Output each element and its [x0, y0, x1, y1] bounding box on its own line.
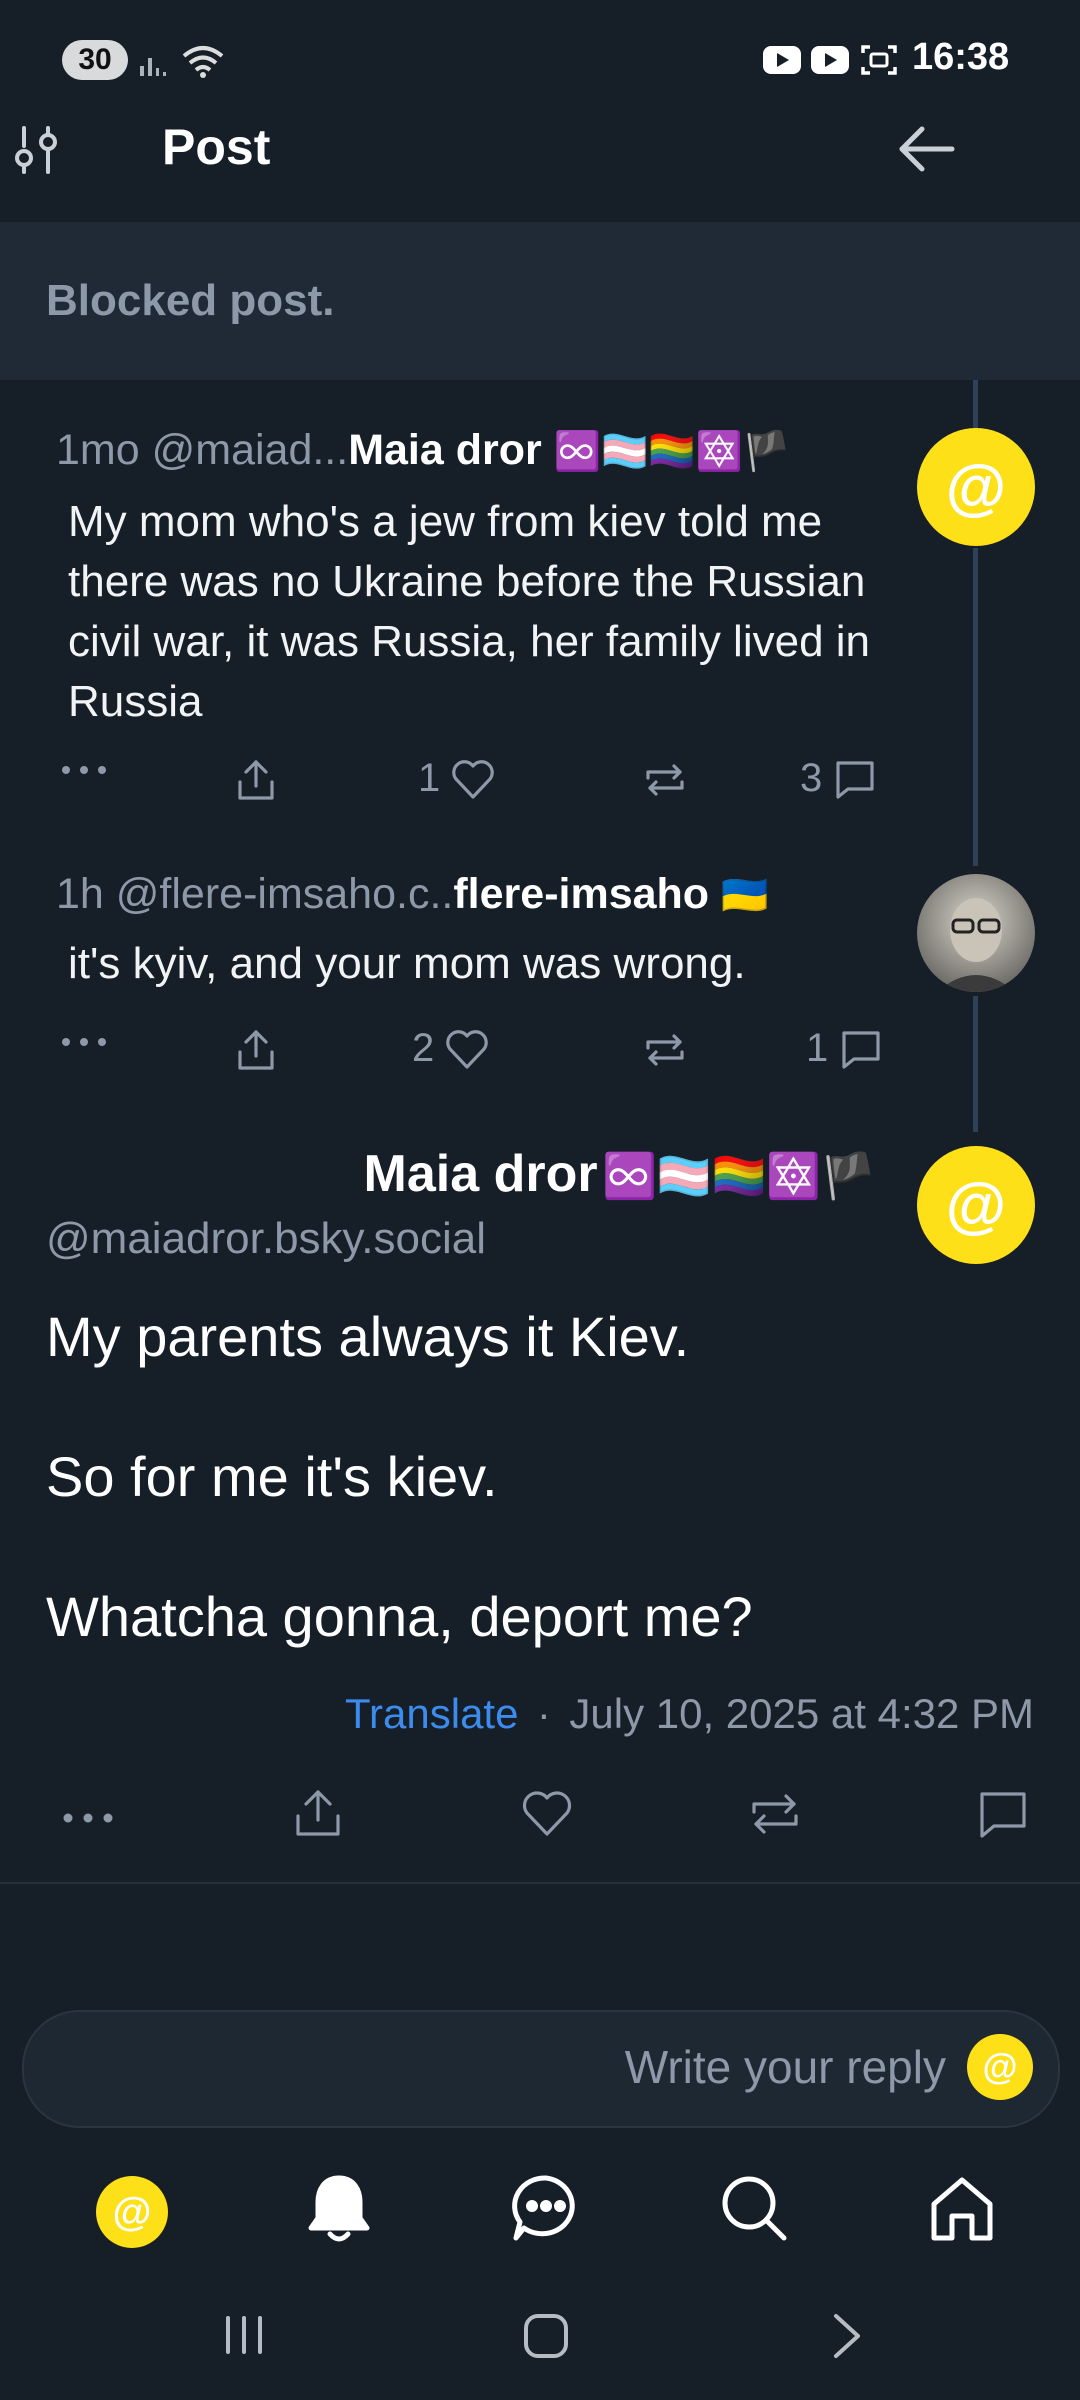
- back-button[interactable]: [896, 122, 958, 181]
- post-text-line: My parents always it Kiev.: [46, 1305, 690, 1368]
- heart-icon: [446, 1029, 489, 1069]
- author-name-row: Maia dror ♾️🏳️‍⚧️🏳️‍🌈🔯🏴: [364, 1144, 876, 1204]
- back-system-button[interactable]: [826, 2310, 868, 2367]
- comment-icon: [836, 760, 874, 799]
- post-meta: 1h @flere-imsaho.c..flere-imsaho 🇺🇦: [56, 870, 768, 919]
- more-button[interactable]: [58, 1030, 110, 1054]
- author-handle[interactable]: @maiadror.bsky.social: [46, 1214, 486, 1264]
- filter-icon: [15, 126, 57, 174]
- share-button[interactable]: [234, 1028, 278, 1072]
- nav-search[interactable]: [718, 2172, 790, 2251]
- comment-button[interactable]: [976, 1788, 1030, 1840]
- post-text: it's kyiv, and your mom was wrong.: [68, 939, 746, 988]
- repost-icon: [752, 1794, 798, 1834]
- post-text: My mom who's a jew from kiev told me the…: [68, 497, 871, 726]
- avatar[interactable]: @: [917, 1146, 1035, 1264]
- author-name: Maia dror: [348, 426, 542, 474]
- author-emoji: ♾️🏳️‍⚧️🏳️‍🌈🔯🏴: [602, 1152, 876, 1201]
- reply-count: 3: [800, 756, 823, 800]
- home-square-icon: [524, 2314, 568, 2358]
- wifi-icon: [182, 46, 224, 78]
- author-emoji: 🇺🇦: [721, 875, 769, 917]
- signal-icon: [140, 58, 166, 76]
- heart-icon: [522, 1791, 572, 1836]
- chevron-right-icon: [834, 2314, 860, 2358]
- nav-profile[interactable]: @: [96, 2176, 168, 2248]
- share-button[interactable]: [292, 1788, 344, 1840]
- repost-button[interactable]: [748, 1788, 802, 1840]
- post-text-line: So for me it's kiev.: [46, 1445, 498, 1508]
- share-icon: [238, 1030, 274, 1070]
- page-title: Post: [162, 119, 271, 175]
- recent-apps-icon: [226, 2316, 262, 2354]
- share-icon: [238, 760, 274, 800]
- like-count: 1: [418, 756, 441, 800]
- repost-button[interactable]: [642, 1028, 688, 1072]
- bell-icon: [308, 2175, 370, 2242]
- like-button[interactable]: 1: [418, 756, 496, 801]
- screenshot-icon: [861, 45, 897, 75]
- like-button[interactable]: 2: [412, 1026, 490, 1071]
- author-emoji: ♾️🏳️‍⚧️🏳️‍🌈🔯🏴: [553, 431, 791, 473]
- comment-button[interactable]: 3: [800, 756, 878, 801]
- battery-indicator: 30: [62, 40, 128, 80]
- reply-avatar: @: [967, 2034, 1033, 2100]
- repost-icon: [646, 1034, 684, 1066]
- more-button[interactable]: [60, 1806, 116, 1830]
- post-meta-time-handle: 1h @flere-imsaho.c..: [56, 870, 454, 918]
- post-timestamp: July 10, 2025 at 4:32 PM: [569, 1690, 1034, 1737]
- more-icon: [62, 766, 106, 774]
- nav-chat[interactable]: [510, 2172, 582, 2251]
- repost-button[interactable]: [642, 758, 688, 802]
- clock: 16:38: [912, 36, 1010, 78]
- more-icon: [63, 1813, 113, 1823]
- chat-icon: [512, 2175, 575, 2241]
- status-bar: 30 16:38: [0, 0, 1080, 120]
- nav-notifications[interactable]: [304, 2172, 374, 2253]
- comment-icon: [842, 1030, 880, 1069]
- repost-icon: [646, 764, 684, 796]
- search-icon: [722, 2176, 787, 2241]
- avatar[interactable]: [917, 874, 1035, 992]
- post-text-line: Whatcha gonna, deport me?: [46, 1585, 753, 1648]
- heart-icon: [452, 759, 495, 799]
- like-count: 2: [412, 1026, 435, 1070]
- more-icon: [62, 1038, 106, 1046]
- share-icon: [296, 1790, 340, 1836]
- nav-home[interactable]: [926, 2172, 998, 2251]
- reply-post-1[interactable]: @ 1mo @maiad...Maia dror ♾️🏳️‍⚧️🏳️‍🌈🔯🏴 M…: [0, 400, 1080, 840]
- reply-placeholder: Write your reply: [624, 2041, 946, 2093]
- main-post: @ Maia dror ♾️🏳️‍⚧️🏳️‍🌈🔯🏴 @maiadror.bsky…: [0, 1130, 1080, 1880]
- post-footer: Translate · July 10, 2025 at 4:32 PM: [345, 1690, 1034, 1738]
- comment-icon: [980, 1792, 1026, 1838]
- divider: [0, 1882, 1080, 1884]
- more-button[interactable]: [58, 758, 110, 782]
- reply-post-2[interactable]: 1h @flere-imsaho.c..flere-imsaho 🇺🇦 it's…: [0, 860, 1080, 1100]
- youtube-icon: [763, 46, 801, 74]
- separator: ·: [536, 1690, 551, 1737]
- post-meta-time-handle: 1mo @maiad...: [56, 426, 349, 474]
- share-button[interactable]: [234, 758, 278, 802]
- reply-count: 1: [806, 1026, 829, 1070]
- post-meta: 1mo @maiad...Maia dror ♾️🏳️‍⚧️🏳️‍🌈🔯🏴: [56, 426, 790, 475]
- home-system-button[interactable]: [520, 2310, 572, 2367]
- author-name[interactable]: Maia dror: [364, 1145, 598, 1203]
- home-icon: [931, 2177, 993, 2241]
- avatar[interactable]: @: [917, 428, 1035, 546]
- back-arrow-icon: [899, 126, 955, 172]
- filter-button[interactable]: [14, 124, 60, 181]
- blocked-post-text: Blocked post.: [46, 276, 335, 325]
- avatar-portrait-icon: [937, 898, 1015, 992]
- recent-apps-button[interactable]: [218, 2310, 272, 2365]
- youtube-icon-2: [811, 46, 849, 74]
- like-button[interactable]: [520, 1788, 574, 1840]
- translate-link[interactable]: Translate: [345, 1690, 519, 1737]
- author-name: flere-imsaho: [453, 870, 710, 918]
- comment-button[interactable]: 1: [806, 1026, 884, 1071]
